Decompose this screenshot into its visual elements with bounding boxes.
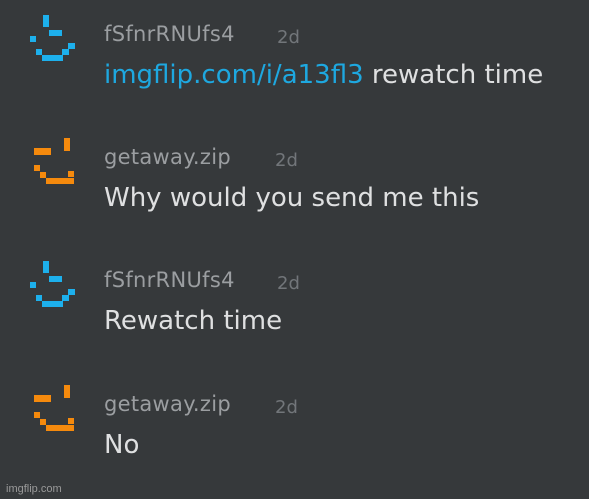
- chat-log: fSfnrRNUfs4 2d imgflip.com/i/a13fl3 rewa…: [0, 0, 589, 499]
- username[interactable]: getaway.zip: [104, 145, 231, 169]
- orange-pixel-smiley-icon: [34, 385, 74, 431]
- chat-message: fSfnrRNUfs4 2d Rewatch time: [0, 246, 589, 366]
- message-text: Rewatch time: [104, 306, 283, 336]
- chat-message: getaway.zip 2d No: [0, 370, 589, 490]
- timestamp: 2d: [277, 27, 300, 48]
- avatar[interactable]: [30, 138, 75, 193]
- timestamp: 2d: [275, 150, 298, 171]
- blue-pixel-smiley-icon: [30, 15, 75, 61]
- orange-pixel-smiley-icon: [34, 138, 74, 184]
- timestamp: 2d: [275, 397, 298, 418]
- avatar[interactable]: [30, 385, 75, 440]
- avatar[interactable]: [30, 15, 75, 70]
- username[interactable]: fSfnrRNUfs4: [104, 22, 235, 46]
- username[interactable]: getaway.zip: [104, 392, 231, 416]
- blue-pixel-smiley-icon: [30, 261, 75, 307]
- username[interactable]: fSfnrRNUfs4: [104, 268, 235, 292]
- timestamp: 2d: [277, 273, 300, 294]
- avatar[interactable]: [30, 261, 75, 316]
- message-text-suffix: rewatch time: [363, 60, 544, 90]
- message-text: imgflip.com/i/a13fl3 rewatch time: [104, 60, 543, 90]
- message-link[interactable]: imgflip.com/i/a13fl3: [104, 60, 364, 90]
- chat-message: fSfnrRNUfs4 2d imgflip.com/i/a13fl3 rewa…: [0, 0, 589, 120]
- message-text: Why would you send me this: [104, 183, 480, 213]
- message-text: No: [104, 430, 140, 460]
- chat-message: getaway.zip 2d Why would you send me thi…: [0, 123, 589, 243]
- imgflip-watermark: imgflip.com: [6, 483, 62, 495]
